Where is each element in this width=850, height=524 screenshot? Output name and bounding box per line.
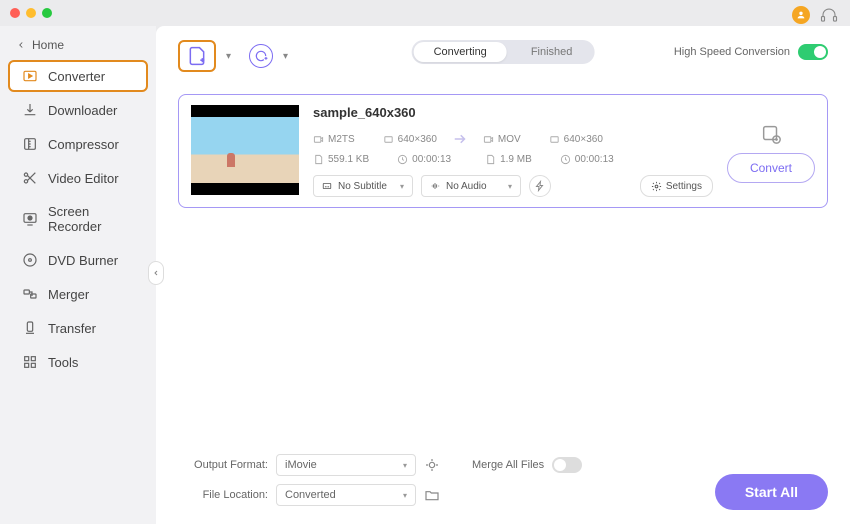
subtitle-icon xyxy=(322,181,332,191)
add-url-button[interactable] xyxy=(249,44,273,68)
video-icon xyxy=(483,134,494,145)
sidebar-collapse-handle[interactable] xyxy=(148,261,164,285)
transfer-icon xyxy=(22,320,38,336)
output-format-label: Output Format: xyxy=(178,459,268,471)
video-thumbnail[interactable] xyxy=(191,105,299,195)
sidebar-item-converter[interactable]: Converter xyxy=(8,60,148,92)
disc-icon xyxy=(22,252,38,268)
merge-toggle[interactable] xyxy=(552,457,582,473)
main-panel: ▾ ▾ Converting Finished High Speed Conve… xyxy=(156,26,850,524)
sidebar-item-label: DVD Burner xyxy=(48,253,118,268)
output-format-value: iMovie xyxy=(285,459,317,471)
output-format-icon[interactable] xyxy=(760,123,782,145)
sidebar-item-compressor[interactable]: Compressor xyxy=(8,128,148,160)
sidebar-item-label: Compressor xyxy=(48,137,119,152)
file-location-label: File Location: xyxy=(178,489,268,501)
grid-icon xyxy=(22,354,38,370)
sidebar-item-label: Downloader xyxy=(48,103,117,118)
subtitle-select[interactable]: No Subtitle ▾ xyxy=(313,175,413,197)
add-url-dropdown[interactable]: ▾ xyxy=(283,51,288,62)
tab-finished[interactable]: Finished xyxy=(509,40,595,64)
converter-icon xyxy=(22,68,38,84)
file-location-value: Converted xyxy=(285,489,336,501)
scissors-icon xyxy=(22,170,38,186)
high-speed-toggle[interactable] xyxy=(798,44,828,60)
sidebar-item-label: Converter xyxy=(48,69,105,84)
window-maximize[interactable] xyxy=(42,8,52,18)
audio-select[interactable]: No Audio ▾ xyxy=(421,175,521,197)
file-icon xyxy=(313,154,324,165)
src-dur: 00:00:13 xyxy=(412,154,451,165)
merger-icon xyxy=(22,286,38,302)
subtitle-value: No Subtitle xyxy=(338,181,387,192)
start-all-button[interactable]: Start All xyxy=(715,474,828,510)
audio-value: No Audio xyxy=(446,181,487,192)
format-settings-icon[interactable] xyxy=(424,457,440,473)
arrow-right-icon xyxy=(451,130,469,148)
settings-label: Settings xyxy=(666,181,702,192)
download-icon xyxy=(22,102,38,118)
user-avatar[interactable] xyxy=(792,6,810,24)
file-name: sample_640x360 xyxy=(313,105,713,120)
sidebar-item-downloader[interactable]: Downloader xyxy=(8,94,148,126)
add-file-icon xyxy=(187,46,207,66)
output-format-select[interactable]: iMovie ▾ xyxy=(276,454,416,476)
chevron-left-icon xyxy=(152,269,160,277)
dst-res: 640×360 xyxy=(564,134,603,145)
high-speed-row: High Speed Conversion xyxy=(674,44,828,60)
sidebar-item-label: Transfer xyxy=(48,321,96,336)
compressor-icon xyxy=(22,136,38,152)
file-location-select[interactable]: Converted ▾ xyxy=(276,484,416,506)
sidebar-item-merger[interactable]: Merger xyxy=(8,278,148,310)
window-close[interactable] xyxy=(10,8,20,18)
sidebar-item-transfer[interactable]: Transfer xyxy=(8,312,148,344)
add-file-dropdown[interactable]: ▾ xyxy=(226,51,231,62)
sidebar-item-tools[interactable]: Tools xyxy=(8,346,148,378)
screen-icon xyxy=(22,211,38,227)
refresh-plus-icon xyxy=(254,49,268,63)
sidebar-item-screen-recorder[interactable]: Screen Recorder xyxy=(8,196,148,242)
sidebar-item-video-editor[interactable]: Video Editor xyxy=(8,162,148,194)
sidebar: Home Converter Downloader Compressor Vid… xyxy=(0,26,156,524)
resolution-icon xyxy=(383,134,394,145)
sidebar-item-label: Tools xyxy=(48,355,78,370)
video-icon xyxy=(313,134,324,145)
src-size: 559.1 KB xyxy=(328,154,369,165)
dst-format: MOV xyxy=(498,134,521,145)
folder-icon[interactable] xyxy=(424,487,440,503)
tab-converting[interactable]: Converting xyxy=(414,42,507,62)
dst-dur: 00:00:13 xyxy=(575,154,614,165)
sidebar-item-dvd-burner[interactable]: DVD Burner xyxy=(8,244,148,276)
clock-icon xyxy=(560,154,571,165)
support-icon[interactable] xyxy=(820,6,838,24)
clock-icon xyxy=(397,154,408,165)
file-card: sample_640x360 M2TS 640×360 MOV 640×360 … xyxy=(178,94,828,208)
src-res: 640×360 xyxy=(398,134,437,145)
resolution-icon xyxy=(549,134,560,145)
file-icon xyxy=(485,154,496,165)
chevron-left-icon xyxy=(16,40,26,50)
sidebar-item-label: Video Editor xyxy=(48,171,119,186)
sidebar-item-label: Merger xyxy=(48,287,89,302)
add-file-button[interactable] xyxy=(178,40,216,72)
src-format: M2TS xyxy=(328,134,355,145)
audio-icon xyxy=(430,181,440,191)
home-link[interactable]: Home xyxy=(0,32,156,58)
home-label: Home xyxy=(32,38,64,52)
window-minimize[interactable] xyxy=(26,8,36,18)
dst-size: 1.9 MB xyxy=(500,154,532,165)
status-segmented-control: Converting Finished xyxy=(412,40,595,64)
merge-label: Merge All Files xyxy=(472,459,544,471)
gear-icon xyxy=(651,181,662,192)
high-speed-label: High Speed Conversion xyxy=(674,46,790,58)
convert-button[interactable]: Convert xyxy=(727,153,815,183)
bolt-icon xyxy=(534,180,546,192)
settings-button[interactable]: Settings xyxy=(640,175,713,197)
footer: Output Format: iMovie ▾ Merge All Files … xyxy=(178,454,828,514)
sidebar-item-label: Screen Recorder xyxy=(48,204,134,234)
speed-button[interactable] xyxy=(529,175,551,197)
